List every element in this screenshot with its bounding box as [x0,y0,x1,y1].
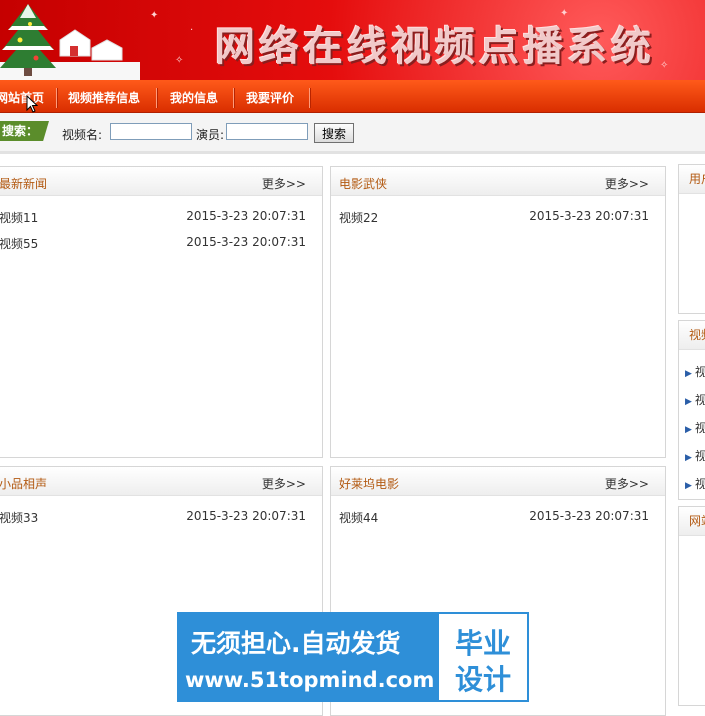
panel-header: 好莱坞电影 更多>> [331,467,665,496]
video-date: 2015-3-23 20:07:31 [529,209,649,223]
panel-header: 最新新闻 更多>> [0,167,322,196]
site-title: 网络在线视频点播系统 [215,23,655,70]
nav-item-review[interactable]: 我要评价 [246,80,294,112]
search-bar: 搜索： 视频名: 演员: 搜索 [0,113,705,154]
ad-logo-box: 毕业 设计 [439,614,527,700]
panel-header: 电影武侠 更多>> [331,167,665,196]
christmas-tree-icon [0,4,140,80]
arrow-right-icon: ▶ [685,425,692,435]
more-link[interactable]: 更多>> [605,475,649,492]
video-date: 2015-3-23 20:07:31 [186,209,306,223]
video-name: 视频22 [339,211,379,225]
sidebar-video-panel: 视频 ▶视 ▶视 ▶视 ▶视 ▶视 [678,320,705,500]
list-item[interactable]: 视频11 2015-3-23 20:07:31 [0,209,306,225]
video-name: 视频44 [339,511,379,525]
nav-divider [309,88,311,108]
panel-title: 好莱坞电影 [339,477,400,491]
ad-logo-text: 毕业 [454,627,511,660]
arrow-right-icon: ▶ [685,397,692,407]
nav-item-recommended[interactable]: 视频推荐信息 [68,80,140,112]
video-name-label: 视频名: [62,128,103,142]
panel-martial-arts: 电影武侠 更多>> 视频22 2015-3-23 20:07:31 [330,166,666,458]
sidebar-video-item[interactable]: ▶ 视 [685,363,705,380]
nav-divider [233,88,235,108]
sidebar-header: 网站 [679,507,705,536]
video-name-input[interactable] [110,123,192,140]
video-name: 视频11 [0,211,39,225]
arrow-right-icon: ▶ [685,369,692,379]
list-item[interactable]: 视频55 2015-3-23 20:07:31 [0,235,306,251]
video-date: 2015-3-23 20:07:31 [529,509,649,523]
ad-logo-text: 设计 [454,663,511,696]
video-date: 2015-3-23 20:07:31 [186,235,306,249]
sidebar-video-item[interactable]: ▶ 视 [685,419,705,436]
sidebar-video-item[interactable]: ▶ 视 [685,391,705,408]
video-name: 视频55 [0,237,39,251]
panel-title: 最新新闻 [0,177,48,191]
list-item[interactable]: 视频33 2015-3-23 20:07:31 [0,509,306,525]
actor-input[interactable] [226,123,308,140]
main-nav: 网站首页 视频推荐信息 我的信息 我要评价 [0,80,705,113]
sidebar-header: 视频 [679,321,705,350]
more-link[interactable]: 更多>> [262,175,306,192]
panel-latest-news: 最新新闻 更多>> 视频11 2015-3-23 20:07:31 视频55 2… [0,166,323,458]
sidebar-video-item[interactable]: ▶ 视 [685,475,705,492]
panel-header: 小品相声 更多>> [0,467,322,496]
arrow-right-icon: ▶ [685,481,692,491]
arrow-right-icon: ▶ [685,453,692,463]
nav-divider [156,88,158,108]
panel-title: 小品相声 [0,477,48,491]
more-link[interactable]: 更多>> [605,175,649,192]
video-date: 2015-3-23 20:07:31 [186,509,306,523]
sidebar-site-panel: 网站 [678,506,705,706]
header-banner: ✦ ✧ · ✦ ✧ 网络在线视频点播系统 [0,0,705,80]
search-button[interactable]: 搜索 [314,123,354,143]
list-item[interactable]: 视频22 2015-3-23 20:07:31 [339,209,649,225]
watermark-ad: 无须担心.自动发货 www.51topmind.com 毕业 设计 [177,612,529,702]
sidebar-video-item[interactable]: ▶ 视 [685,447,705,464]
nav-item-my-info[interactable]: 我的信息 [170,80,218,112]
video-name: 视频33 [0,511,39,525]
more-link[interactable]: 更多>> [262,475,306,492]
sidebar-user-panel: 用户 [678,164,705,314]
sidebar-header: 用户 [679,165,705,194]
search-tag: 搜索： [0,121,49,141]
panel-title: 电影武侠 [339,177,388,191]
nav-divider [56,88,58,108]
ad-url: www.51topmind.com [185,668,435,692]
actor-label: 演员: [196,128,225,142]
ad-slogan: 无须担心.自动发货 [191,629,401,658]
list-item[interactable]: 视频44 2015-3-23 20:07:31 [339,509,649,525]
mouse-cursor-icon [26,95,38,113]
